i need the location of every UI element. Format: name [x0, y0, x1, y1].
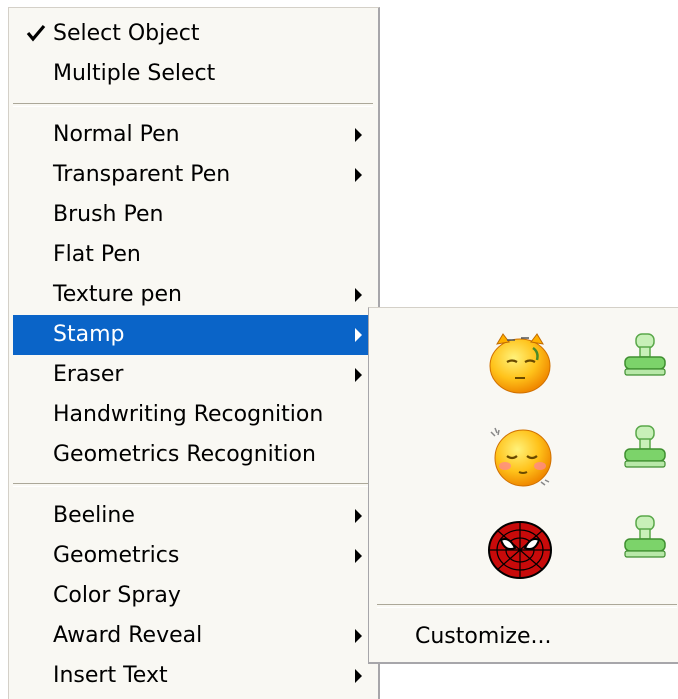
submenu-arrow-icon	[355, 288, 362, 302]
submenu-arrow-icon	[355, 368, 362, 382]
sleepy-yellow-face-icon[interactable]	[485, 326, 555, 396]
submenu-arrow-icon	[355, 509, 362, 523]
menu-separator	[13, 103, 373, 107]
menu-item-color-spray[interactable]: Color Spray	[13, 576, 373, 616]
menu-item-label: Select Object	[53, 21, 200, 46]
menu-item-insert-text[interactable]: Insert Text	[13, 656, 373, 696]
menu-item-label: Beeline	[53, 503, 135, 528]
submenu-arrow-icon	[355, 669, 362, 683]
submenu-arrow-icon	[355, 328, 362, 342]
stamp-icon[interactable]	[619, 330, 671, 382]
menu-separator	[13, 483, 373, 487]
menu-item-award-reveal[interactable]: Award Reveal	[13, 616, 373, 656]
menu-item-brush-pen[interactable]: Brush Pen	[13, 195, 373, 235]
stamp-submenu: Customize...	[368, 307, 678, 664]
menu-item-eraser[interactable]: Eraser	[13, 355, 373, 395]
menu-item-stamp[interactable]: Stamp	[13, 315, 373, 355]
menu-item-label: Geometrics	[53, 543, 180, 568]
menu-item-label: Multiple Select	[53, 61, 216, 86]
menu-item-handwriting-recognition[interactable]: Handwriting Recognition	[13, 395, 373, 435]
shy-blushing-face-icon[interactable]	[485, 420, 555, 490]
submenu-arrow-icon	[355, 168, 362, 182]
menu-item-texture-pen[interactable]: Texture pen	[13, 275, 373, 315]
menu-item-flat-pen[interactable]: Flat Pen	[13, 235, 373, 275]
submenu-arrow-icon	[355, 128, 362, 142]
menu-item-label: Eraser	[53, 362, 124, 387]
submenu-separator	[377, 604, 677, 608]
menu-item-transparent-pen[interactable]: Transparent Pen	[13, 155, 373, 195]
submenu-arrow-icon	[355, 549, 362, 563]
menu-item-label: Stamp	[53, 322, 125, 347]
menu-item-label: Normal Pen	[53, 122, 180, 147]
menu-item-select-object[interactable]: Select Object	[13, 14, 373, 54]
context-menu: Select Object Multiple Select Normal Pen…	[8, 7, 380, 699]
spiderman-mask-icon[interactable]	[485, 512, 555, 582]
stamp-icon[interactable]	[619, 512, 671, 564]
menu-item-label: Handwriting Recognition	[53, 402, 324, 427]
menu-item-beeline[interactable]: Beeline	[13, 496, 373, 536]
menu-item-label: Geometrics Recognition	[53, 442, 316, 467]
checkmark-icon	[26, 24, 46, 42]
menu-item-label: Insert Text	[53, 663, 168, 688]
menu-item-label: Texture pen	[53, 282, 182, 307]
menu-item-geometrics-recognition[interactable]: Geometrics Recognition	[13, 435, 373, 475]
stamp-icon[interactable]	[619, 422, 671, 474]
menu-item-multiple-select[interactable]: Multiple Select	[13, 54, 373, 94]
menu-item-label: Brush Pen	[53, 202, 164, 227]
submenu-arrow-icon	[355, 629, 362, 643]
menu-item-label: Color Spray	[53, 583, 181, 608]
customize-menu-item[interactable]: Customize...	[415, 624, 551, 650]
menu-item-label: Award Reveal	[53, 623, 203, 648]
menu-item-label: Flat Pen	[53, 242, 141, 267]
menu-item-normal-pen[interactable]: Normal Pen	[13, 115, 373, 155]
menu-item-label: Transparent Pen	[53, 162, 231, 187]
menu-item-geometrics[interactable]: Geometrics	[13, 536, 373, 576]
